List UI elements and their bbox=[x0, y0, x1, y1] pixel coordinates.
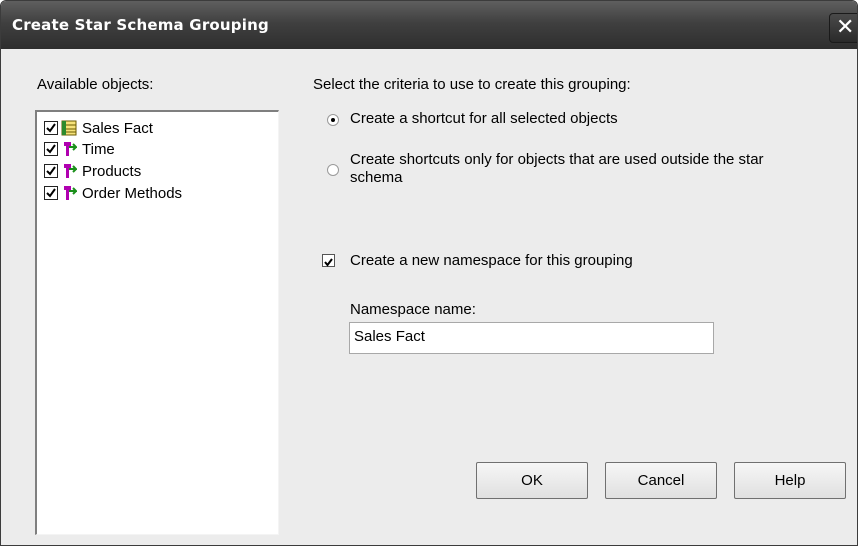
radio-shortcut-all-label[interactable]: Create a shortcut for all selected objec… bbox=[350, 110, 618, 127]
ok-button[interactable]: OK bbox=[476, 462, 588, 499]
close-icon: ✕ bbox=[836, 15, 855, 40]
dialog-title: Create Star Schema Grouping bbox=[12, 16, 269, 34]
fact-table-icon bbox=[61, 120, 77, 136]
list-item-sales-fact[interactable]: Sales Fact bbox=[44, 118, 153, 138]
dimension-icon bbox=[64, 186, 77, 200]
namespace-name-input[interactable]: Sales Fact bbox=[349, 322, 714, 354]
list-item-label: Order Methods bbox=[82, 184, 183, 202]
radio-shortcut-outside[interactable] bbox=[327, 164, 339, 176]
radio-shortcut-outside-label[interactable]: Create shortcuts only for objects that a… bbox=[350, 151, 764, 168]
dialog-content: Available objects: Sales Fact Time Produ… bbox=[1, 49, 857, 545]
help-button[interactable]: Help bbox=[734, 462, 846, 499]
list-item-order-methods[interactable]: Order Methods bbox=[44, 183, 182, 203]
criteria-label: Select the criteria to use to create thi… bbox=[313, 76, 631, 93]
available-objects-label: Available objects: bbox=[37, 76, 154, 93]
available-objects-list[interactable]: Sales Fact Time Products Order Methods bbox=[35, 110, 279, 535]
create-namespace-checkbox[interactable] bbox=[322, 254, 335, 267]
item-checkbox[interactable] bbox=[44, 164, 58, 178]
item-checkbox[interactable] bbox=[44, 186, 58, 200]
title-bar[interactable]: Create Star Schema Grouping ✕ bbox=[1, 1, 857, 49]
dimension-icon bbox=[64, 142, 77, 156]
cancel-button[interactable]: Cancel bbox=[605, 462, 717, 499]
list-item-label: Sales Fact bbox=[82, 119, 153, 137]
radio-shortcut-outside-label-line2[interactable]: schema bbox=[350, 169, 403, 186]
item-checkbox[interactable] bbox=[44, 142, 58, 156]
namespace-name-label: Namespace name: bbox=[350, 301, 476, 318]
radio-shortcut-all[interactable] bbox=[327, 114, 339, 126]
list-item-label: Products bbox=[82, 162, 142, 180]
item-checkbox[interactable] bbox=[44, 121, 58, 135]
dialog-window: Create Star Schema Grouping ✕ Available … bbox=[0, 0, 858, 546]
list-item-products[interactable]: Products bbox=[44, 161, 141, 181]
create-namespace-label[interactable]: Create a new namespace for this grouping bbox=[350, 252, 633, 269]
dimension-icon bbox=[64, 164, 77, 178]
list-item-time[interactable]: Time bbox=[44, 139, 115, 159]
close-button[interactable]: ✕ bbox=[829, 13, 857, 43]
list-item-label: Time bbox=[82, 140, 115, 158]
